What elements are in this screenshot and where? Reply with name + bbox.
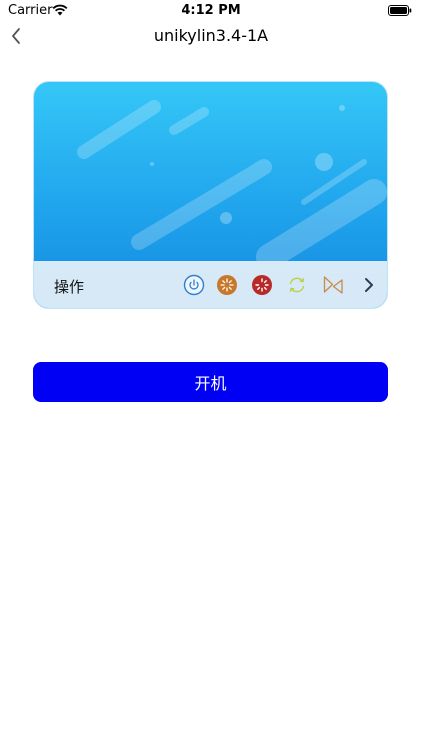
refresh-icon	[289, 277, 305, 293]
status-bar: Carrier 4:12 PM	[0, 0, 422, 22]
page-title: unikylin3.4-1A	[153, 26, 269, 45]
operations-label: 操作	[54, 278, 85, 296]
chevron-right-icon	[365, 278, 373, 292]
device-card[interactable]: 操作	[33, 81, 388, 309]
card-background-art	[77, 100, 387, 262]
operations-bar: 操作	[34, 261, 387, 308]
refresh-button[interactable]	[286, 274, 308, 296]
power-on-button[interactable]: 开机	[33, 362, 388, 402]
shutdown-button[interactable]	[251, 274, 273, 296]
status-time: 4:12 PM	[181, 3, 241, 18]
more-operations-button[interactable]	[362, 275, 376, 295]
power-icon	[183, 274, 205, 296]
restart-button[interactable]	[216, 274, 238, 296]
play-reverse-button[interactable]	[322, 274, 344, 296]
restart-icon	[217, 275, 237, 295]
navigation-bar: unikylin3.4-1A	[0, 22, 422, 52]
power-button[interactable]	[183, 274, 205, 296]
play-reverse-icon	[323, 276, 343, 294]
battery-icon	[388, 5, 412, 16]
shutdown-icon	[252, 275, 272, 295]
